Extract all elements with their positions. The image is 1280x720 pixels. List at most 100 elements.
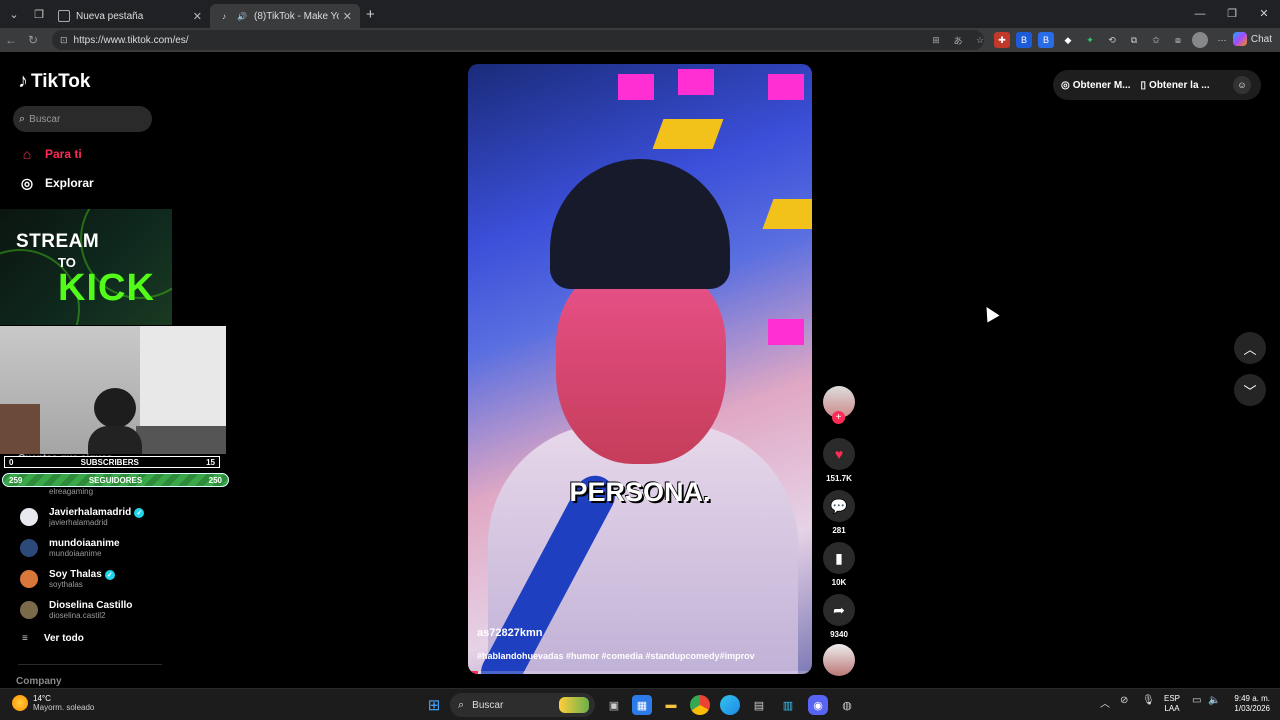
account-handle: soythalas (49, 580, 83, 589)
following-account[interactable]: mundoiaanime mundoiaanime (20, 538, 120, 558)
discord-icon[interactable]: ◉ (808, 695, 828, 715)
video-hashtags[interactable]: #hablandohuevadas #humor #comedia #stand… (477, 651, 755, 661)
save-count: 10K (831, 578, 847, 587)
chevron-down-icon: ﹀ (1243, 383, 1257, 399)
webcam-overlay (0, 326, 226, 454)
taskbar-search[interactable]: ⌕ Buscar (450, 693, 595, 717)
task-view-icon[interactable]: ▣ (604, 695, 624, 715)
like-button[interactable]: ♥ 151.7K (822, 438, 856, 483)
back-icon[interactable]: ← (0, 33, 22, 47)
file-explorer-icon[interactable]: ▬ (661, 695, 681, 715)
display-icon[interactable]: ▭ (1192, 695, 1201, 706)
next-video-button[interactable]: ﹀ (1234, 374, 1266, 406)
chat-label: Chat (1250, 33, 1272, 45)
collections-icon[interactable]: ⧈ (1170, 32, 1186, 48)
following-account[interactable]: Dioselina Castillo dioselina.castil2 (20, 600, 132, 620)
edge-icon[interactable] (720, 695, 740, 715)
comment-icon: 💬 (823, 490, 855, 522)
volume-icon[interactable]: 🔈 (1208, 695, 1220, 706)
save-button[interactable]: ▮ 10K (822, 542, 856, 587)
refresh-icon[interactable]: ↻ (22, 33, 44, 47)
close-window-button[interactable]: ✕ (1248, 0, 1280, 28)
share-button[interactable]: ➦ 9340 (822, 594, 856, 639)
chrome-icon[interactable] (690, 695, 710, 715)
account-name: Javierhalamadrid (49, 507, 132, 518)
video-caption: PERSONA. (569, 477, 711, 507)
streamer-figure (88, 388, 142, 454)
favorite-star-icon[interactable]: ☆ (972, 32, 988, 48)
video-progress-track[interactable] (468, 671, 812, 674)
store-icon[interactable]: ▦ (632, 695, 652, 715)
close-tab-icon[interactable]: ✕ (343, 10, 352, 23)
system-clock[interactable]: 9:49 a. m. 1/03/2026 (1226, 694, 1270, 714)
compass-icon: ◎ (20, 174, 34, 191)
search-input[interactable]: ⌕ Buscar (13, 106, 152, 132)
weather-temp: 14°C (33, 694, 51, 703)
following-account[interactable]: Javierhalamadrid ✓ javierhalamadrid (20, 507, 145, 527)
extension-red-icon[interactable]: ✚ (994, 32, 1010, 48)
company-link[interactable]: Company (16, 676, 62, 687)
close-tab-icon[interactable]: ✕ (193, 10, 202, 23)
url-field[interactable]: ⊡ https://www.tiktok.com/es/ (52, 30, 984, 50)
account-handle: javierhalamadrid (49, 518, 108, 527)
see-all-label: Ver todo (43, 633, 84, 644)
extensions-puzzle-icon[interactable]: ⟲ (1104, 32, 1120, 48)
favorites-icon[interactable]: ✩ (1148, 32, 1164, 48)
calculator-icon[interactable]: ▤ (749, 695, 769, 715)
tab-new-tab[interactable]: Nueva pestaña ✕ (50, 4, 210, 28)
browser-titlebar: ⌄ ❐ Nueva pestaña ✕ ♪ 🔊 (8)TikTok - Make… (0, 0, 1280, 28)
extension-blue2-icon[interactable]: B (1038, 32, 1054, 48)
more-options-icon[interactable]: ⋯ (1214, 32, 1230, 48)
obs-icon[interactable]: ◍ (837, 695, 857, 715)
language-indicator[interactable]: ESP LAA (1164, 694, 1180, 714)
start-windows-icon[interactable]: ⊞ (424, 695, 444, 715)
video-author[interactable]: as72827kmn (477, 627, 542, 639)
minimize-button[interactable]: — (1184, 0, 1216, 28)
translate-icon[interactable]: あ (950, 32, 966, 48)
following-account[interactable]: Soy Thalas ✓ soythalas (20, 569, 115, 589)
faded-account-handle: elreagaming (49, 487, 94, 496)
phone-icon: ▯ (1140, 79, 1147, 91)
get-coins-button[interactable]: ◎ Obtener M... (1061, 80, 1131, 91)
restore-button[interactable]: ❐ (1216, 0, 1248, 28)
app-available-icon[interactable]: ⊞ (928, 32, 944, 48)
new-tab-button[interactable]: + (366, 6, 375, 23)
music-disc-avatar[interactable] (823, 644, 855, 676)
show-hidden-icons[interactable]: ︿ (1100, 695, 1110, 710)
split-screen-icon[interactable]: ⧉ (1126, 32, 1142, 48)
comment-button[interactable]: 💬 281 (822, 490, 856, 535)
weather-widget[interactable]: 14°C Mayorm. soleado (12, 694, 94, 712)
follow-plus-icon[interactable]: + (832, 411, 845, 424)
bookmark-icon: ▮ (823, 542, 855, 574)
nav-for-you[interactable]: ⌂ Para ti (18, 145, 82, 163)
like-count: 151.7K (826, 474, 852, 483)
notepad-icon[interactable]: ▥ (778, 695, 798, 715)
nav-explore[interactable]: ◎ Explorar (18, 174, 94, 192)
network-off-icon[interactable]: ⊘ (1120, 695, 1128, 706)
video-player[interactable]: PERSONA. as72827kmn #hablandohuevadas #h… (468, 64, 812, 674)
logo-text: TikTok (31, 70, 91, 92)
speaker-icon[interactable]: 🔊 (236, 10, 248, 22)
verified-badge-icon: ✓ (134, 507, 145, 518)
clock-date: 1/03/2026 (1234, 704, 1270, 713)
lang-code: ESP (1164, 694, 1181, 703)
site-info-icon[interactable]: ⊡ (60, 35, 68, 46)
tab-list-button[interactable]: ⌄ (3, 3, 25, 25)
get-app-button[interactable]: ▯ Obtener la ... (1141, 80, 1210, 91)
microphone-icon[interactable]: 🎙 (1142, 695, 1155, 706)
extension-diamond-icon[interactable]: ◆ (1060, 32, 1076, 48)
workspaces-icon[interactable]: ❐ (28, 3, 50, 25)
previous-video-button[interactable]: ︿ (1234, 332, 1266, 364)
copilot-chat-button[interactable]: Chat (1232, 32, 1272, 46)
extension-blue-icon[interactable]: B (1016, 32, 1032, 48)
url-text: https://www.tiktok.com/es/ (73, 34, 189, 46)
stream-to-kick-banner: STREAM TO KICK (0, 209, 172, 325)
chevron-up-icon: ︿ (1243, 341, 1257, 357)
extension-green-icon[interactable]: ✦ (1082, 32, 1098, 48)
profile-icon[interactable]: ☺ (1233, 76, 1251, 94)
tiktok-note-icon: ♪ (18, 70, 28, 92)
tiktok-logo[interactable]: ♪ TikTok (18, 70, 90, 93)
see-all-button[interactable]: ≡ Ver todo (22, 633, 84, 644)
tab-tiktok[interactable]: ♪ 🔊 (8)TikTok - Make Your Day ✕ (210, 4, 360, 28)
profile-avatar-icon[interactable] (1192, 32, 1208, 48)
